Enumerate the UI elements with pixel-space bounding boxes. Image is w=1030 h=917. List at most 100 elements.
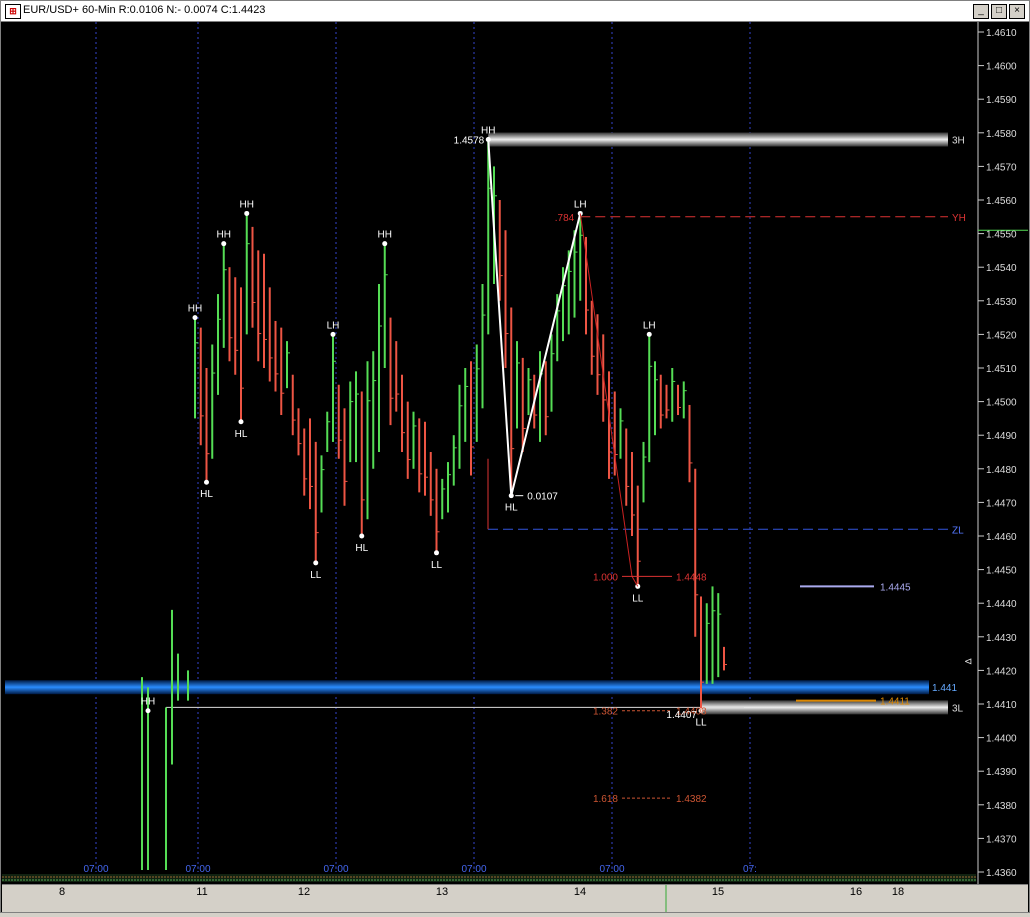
chart-window-icon: ⊞: [5, 4, 21, 19]
date-label: 16: [850, 886, 862, 898]
chart-window: ⊞ EUR/USD+ 60-Min R:0.0106 N:- 0.0074 C:…: [0, 0, 1030, 913]
swing-point: [359, 533, 365, 539]
fib-1618-label: 1.618: [593, 794, 618, 805]
current-price-arrow-icon: ⊲: [964, 656, 972, 667]
maximize-button[interactable]: □: [991, 4, 1007, 19]
top-price-label: 1.4578: [454, 136, 485, 147]
date-label: 12: [298, 886, 310, 898]
swing-label: HL: [505, 503, 518, 514]
date-label: 14: [574, 886, 586, 898]
swing-label: HH: [141, 697, 155, 708]
swing-label: HL: [200, 489, 213, 500]
swing-label: HL: [355, 543, 368, 554]
fib-784-label: .784: [555, 213, 575, 224]
price-tick-label: 1.4590: [986, 95, 1017, 106]
swing-point: [382, 241, 388, 247]
swing-label: LH: [643, 320, 656, 331]
price-tick-label: 1.4390: [986, 767, 1017, 778]
swing-label: LH: [327, 320, 340, 331]
price-tick-label: 1.4470: [986, 498, 1017, 509]
level-band: [488, 132, 948, 147]
range-label: 0.0107: [527, 492, 558, 503]
fib-1382-label: 1.382: [593, 707, 618, 718]
date-label: 13: [436, 886, 448, 898]
target-label-purple: 1.4445: [880, 582, 911, 593]
swing-label: HH: [217, 230, 231, 241]
time-label: 07:: [743, 864, 757, 875]
price-tick-label: 1.4500: [986, 398, 1017, 409]
low-price-label: 1.4407: [666, 710, 697, 721]
price-axis-panel: [978, 22, 1028, 884]
price-tick-label: 1.4430: [986, 633, 1017, 644]
fib-1000-label: 1.000: [593, 572, 618, 583]
price-tick-label: 1.4370: [986, 834, 1017, 845]
swing-point: [646, 331, 652, 337]
swing-label: HL: [235, 429, 248, 440]
price-tick-label: 1.4400: [986, 734, 1017, 745]
close-button[interactable]: ×: [1009, 4, 1025, 19]
swing-point: [434, 550, 439, 556]
price-tick-label: 1.4460: [986, 532, 1017, 543]
swing-label: HH: [240, 199, 254, 210]
price-tick-label: 1.4440: [986, 599, 1017, 610]
time-label: 07:00: [83, 864, 108, 875]
price-tick-label: 1.4570: [986, 162, 1017, 173]
date-axis-bar: 811121314151618FX: [2, 875, 1028, 912]
title-bar[interactable]: ⊞ EUR/USD+ 60-Min R:0.0106 N:- 0.0074 C:…: [1, 1, 1029, 22]
price-tick-label: 1.4520: [986, 330, 1017, 341]
swing-point: [244, 210, 250, 216]
level-label: ZL: [952, 525, 964, 536]
price-tick-label: 1.4480: [986, 465, 1017, 476]
date-label: 18: [892, 886, 904, 898]
swing-point: [204, 479, 209, 485]
date-axis: 811121314151618FX: [59, 875, 1026, 912]
price-tick-label: 1.4380: [986, 801, 1017, 812]
time-label: 07:00: [185, 864, 210, 875]
level-label: YH: [952, 213, 966, 224]
swing-label: LL: [632, 593, 644, 604]
swing-label: HH: [378, 230, 392, 241]
price-tick-label: 1.4600: [986, 62, 1017, 73]
price-tick-label: 1.4490: [986, 431, 1017, 442]
swing-zigzag: [487, 139, 582, 496]
price-tick-label: 1.4550: [986, 230, 1017, 241]
price-tick-label: 1.4540: [986, 263, 1017, 274]
window-title: EUR/USD+ 60-Min R:0.0106 N:- 0.0074 C:1.…: [23, 4, 266, 16]
time-label: 07:00: [323, 864, 348, 875]
swing-label: HH: [188, 304, 202, 315]
swing-label: LL: [695, 718, 707, 729]
swing-point: [145, 708, 151, 714]
price-tick-label: 1.4450: [986, 566, 1017, 577]
price-tick-label: 1.4360: [986, 868, 1017, 879]
level-label: 3H: [952, 136, 965, 147]
minimize-button[interactable]: _: [973, 4, 989, 19]
swing-point: [330, 331, 336, 337]
price-tick-label: 1.4410: [986, 700, 1017, 711]
price-chart[interactable]: 07:00 07:00 07:00 07:00 07:00 07: 1.4610 1.4600…: [2, 22, 1028, 884]
price-tick-label: 1.4580: [986, 129, 1017, 140]
level-label: 1.441: [932, 683, 957, 694]
price-tick-label: 1.4530: [986, 297, 1017, 308]
bottom-strip: [2, 874, 976, 882]
price-tick-label: 1.4560: [986, 196, 1017, 207]
swing-point: [192, 315, 198, 321]
price-tick-label: 1.4610: [986, 28, 1017, 39]
price-tick-label: 1.4420: [986, 666, 1017, 677]
swing-label: LL: [310, 570, 322, 581]
fib-1000-price: 1.4448: [676, 572, 707, 583]
time-label: 07:00: [461, 864, 486, 875]
time-label: 07:00: [599, 864, 624, 875]
swing-point: [313, 560, 319, 566]
level-band: [5, 680, 929, 695]
date-label: 15: [712, 886, 724, 898]
level-label: 3L: [952, 703, 964, 714]
target-label-orange: 1.4411: [880, 697, 910, 708]
date-label: 11: [196, 886, 207, 898]
date-label: 8: [59, 886, 65, 898]
price-tick-label: 1.4510: [986, 364, 1017, 375]
chart-area[interactable]: 07:00 07:00 07:00 07:00 07:00 07: 1.4610 1.4600…: [2, 22, 1028, 884]
swing-point: [238, 419, 244, 425]
fib-1618-price: 1.4382: [676, 794, 707, 805]
swing-label: LL: [431, 560, 443, 571]
swing-label: LH: [574, 199, 587, 210]
